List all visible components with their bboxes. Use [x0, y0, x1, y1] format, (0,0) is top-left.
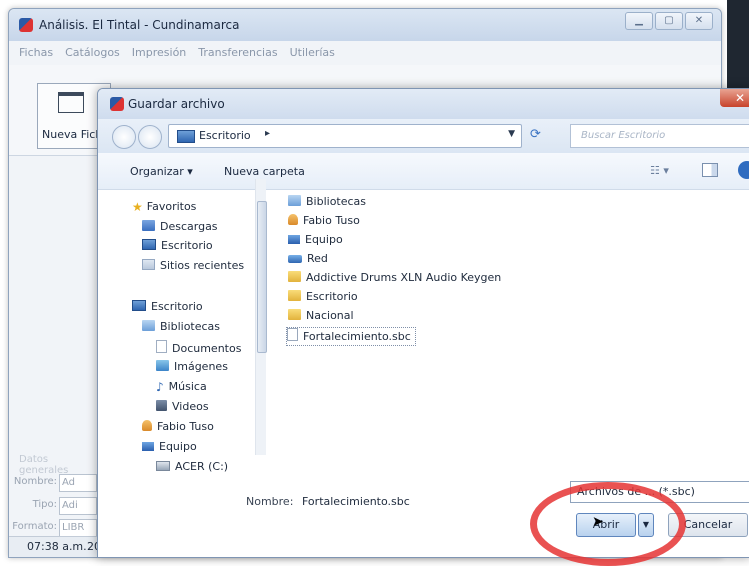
preview-pane-icon[interactable]: [702, 163, 718, 177]
nav-item-equipo[interactable]: Equipo: [142, 440, 197, 453]
libraries-icon: [288, 195, 301, 206]
file-icon: [287, 328, 298, 341]
drive-icon: [156, 461, 170, 471]
open-options-dropdown[interactable]: ▼: [638, 513, 654, 537]
views-icon[interactable]: ☷ ▾: [650, 164, 669, 177]
navigation-bar: Escritorio ▸ ▼ ⟳ Buscar Escritorio: [98, 119, 749, 153]
user-folder-icon: [142, 420, 152, 431]
address-location[interactable]: Escritorio: [199, 129, 251, 142]
list-item[interactable]: Addictive Drums XLN Audio Keygen: [288, 271, 501, 284]
menu-catalogos[interactable]: Catálogos: [65, 43, 120, 63]
open-button[interactable]: Abrir: [576, 513, 636, 537]
nav-item-fabio-tuso[interactable]: Fabio Tuso: [142, 420, 214, 433]
menu-utilerias[interactable]: Utilerías: [290, 43, 335, 63]
folder-icon: [288, 290, 301, 301]
downloads-icon: [142, 220, 155, 231]
window-controls: ▁ ▢ ✕: [625, 12, 713, 30]
nav-item-sitios-recientes[interactable]: Sitios recientes: [142, 259, 244, 272]
status-time: 07:38 a.m.: [27, 540, 87, 553]
dialog-title: Guardar archivo: [128, 97, 225, 111]
type-field[interactable]: Adi: [59, 497, 97, 515]
menu-impresion[interactable]: Impresión: [132, 43, 186, 63]
breadcrumb-arrow-icon[interactable]: ▸: [265, 128, 270, 139]
mouse-cursor-icon: ➤: [592, 514, 604, 530]
nav-item-escritorio[interactable]: Escritorio: [132, 300, 203, 313]
help-icon[interactable]: [738, 161, 749, 179]
list-item[interactable]: Escritorio: [288, 290, 358, 303]
nav-item-favoritos[interactable]: ★ Favoritos: [132, 200, 196, 214]
chevron-down-icon[interactable]: ▼: [508, 129, 515, 139]
filename-label: Nombre:: [246, 495, 294, 508]
list-item[interactable]: Fabio Tuso: [288, 214, 360, 227]
dialog-app-icon: [110, 97, 124, 111]
menu-transferencias[interactable]: Transferencias: [198, 43, 277, 63]
main-titlebar[interactable]: Análisis. El Tintal - Cundinamarca ▁ ▢ ✕: [9, 9, 721, 41]
desktop-icon: [132, 300, 146, 311]
address-bar[interactable]: Escritorio ▸ ▼: [168, 124, 522, 148]
type-label: Tipo:: [32, 499, 57, 510]
file-list: Bibliotecas Fabio Tuso Equipo Red Addict…: [286, 195, 588, 395]
network-icon: [288, 255, 302, 263]
music-icon: ♪: [156, 380, 164, 394]
cancel-button[interactable]: Cancelar: [668, 513, 748, 537]
name-label: Nombre:: [13, 476, 57, 487]
list-item[interactable]: Equipo: [288, 233, 343, 246]
documents-icon: [156, 340, 167, 353]
new-folder-button[interactable]: Nueva carpeta: [224, 165, 305, 178]
list-item-selected[interactable]: Fortalecimiento.sbc: [286, 327, 416, 346]
dialog-titlebar[interactable]: Guardar archivo ✕: [98, 89, 749, 119]
filename-field[interactable]: Fortalecimiento.sbc: [302, 495, 410, 508]
desktop-icon: [177, 130, 195, 143]
nav-item-musica[interactable]: ♪ Música: [156, 380, 207, 394]
command-bar: Organizar ▾ Nueva carpeta ☷ ▾: [98, 153, 749, 190]
record-form-panel: Datos generales Nombre: Ad Tipo: Adi For…: [9, 159, 99, 557]
filetype-select[interactable]: Archivos de ... (*.sbc): [570, 481, 749, 503]
nav-item-documentos[interactable]: Documentos: [156, 340, 241, 355]
refresh-icon[interactable]: ⟳: [530, 127, 541, 142]
star-icon: ★: [132, 200, 143, 214]
pictures-icon: [156, 360, 169, 371]
name-field[interactable]: Ad: [59, 474, 97, 492]
computer-icon: [288, 235, 300, 244]
nav-pane-scrollbar[interactable]: [255, 179, 267, 455]
libraries-icon: [142, 320, 155, 331]
nav-item-acer-c[interactable]: ACER (C:): [156, 460, 228, 473]
user-folder-icon: [288, 214, 298, 225]
close-button[interactable]: ✕: [685, 12, 713, 30]
recent-places-icon: [142, 259, 155, 270]
list-item[interactable]: Red: [288, 252, 328, 265]
maximize-button[interactable]: ▢: [655, 12, 683, 30]
new-window-icon: [58, 92, 84, 113]
navigation-pane: ★ Favoritos Descargas Escritorio Sitios r…: [98, 189, 264, 477]
format-label: Formato:: [12, 521, 57, 532]
minimize-button[interactable]: ▁: [625, 12, 653, 30]
app-icon: [19, 18, 33, 32]
dialog-close-button[interactable]: ✕: [720, 89, 749, 107]
nav-item-escritorio-fav[interactable]: Escritorio: [142, 239, 213, 252]
nav-item-imagenes[interactable]: Imágenes: [156, 360, 228, 373]
search-input[interactable]: Buscar Escritorio: [570, 124, 749, 148]
main-window-title: Análisis. El Tintal - Cundinamarca: [39, 18, 240, 32]
save-file-dialog: Guardar archivo ✕ Escritorio ▸ ▼ ⟳ Busca…: [97, 88, 749, 558]
organize-button[interactable]: Organizar ▾: [130, 165, 193, 178]
section-title: Datos generales: [19, 454, 69, 476]
list-item[interactable]: Bibliotecas: [288, 195, 366, 208]
list-item[interactable]: Nacional: [288, 309, 354, 322]
videos-icon: [156, 400, 167, 411]
folder-icon: [288, 309, 301, 320]
menu-fichas[interactable]: Fichas: [19, 43, 53, 63]
back-button[interactable]: [112, 125, 136, 149]
desktop-icon: [142, 239, 156, 250]
menu-bar: Fichas Catálogos Impresión Transferencia…: [9, 43, 721, 63]
computer-icon: [142, 442, 154, 451]
nav-item-videos[interactable]: Videos: [156, 400, 209, 413]
background-edge: [727, 0, 749, 90]
scrollbar-thumb[interactable]: [257, 201, 267, 353]
nav-item-descargas[interactable]: Descargas: [142, 220, 218, 233]
forward-button[interactable]: [138, 125, 162, 149]
folder-icon: [288, 271, 301, 282]
nav-item-bibliotecas[interactable]: Bibliotecas: [142, 320, 220, 333]
format-field[interactable]: LIBR: [59, 519, 97, 537]
